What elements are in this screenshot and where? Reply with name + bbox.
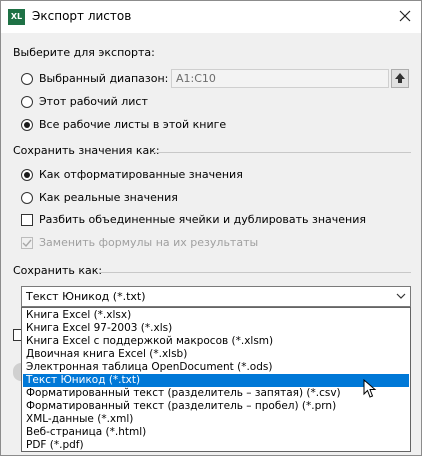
range-input[interactable]: A1:C10 xyxy=(171,69,389,88)
split-merged-checkbox[interactable] xyxy=(21,214,33,226)
arrow-up-icon xyxy=(395,73,405,83)
selected-range-radio[interactable] xyxy=(21,73,33,85)
format-option-prn[interactable]: Форматированный текст (разделитель – про… xyxy=(23,400,409,413)
format-dropdown[interactable]: Текст Юникод (*.txt) xyxy=(21,286,411,307)
dialog-title: Экспорт листов xyxy=(32,9,132,23)
format-option-xml[interactable]: XML-данные (*.xml) xyxy=(23,413,409,426)
export-section-heading: Выберите для экспорта: xyxy=(13,46,155,59)
save-as-separator xyxy=(99,272,411,273)
split-merged-label[interactable]: Разбить объединенные ячейки и дублироват… xyxy=(39,213,366,227)
selected-range-label[interactable]: Выбранный диапазон: xyxy=(39,72,168,86)
replace-formulas-checkbox xyxy=(21,237,33,249)
format-dropdown-list[interactable]: Книга Excel (*.xlsx) Книга Excel 97-2003… xyxy=(21,307,411,452)
replace-formulas-label: Заменить формулы на их результаты xyxy=(39,236,259,249)
format-option-html[interactable]: Веб-страница (*.html) xyxy=(23,426,409,439)
title-bar: XL Экспорт листов xyxy=(1,1,421,33)
format-option-xlsm[interactable]: Книга Excel с поддержкой макросов (*.xls… xyxy=(23,335,409,348)
format-option-xlsx[interactable]: Книга Excel (*.xlsx) xyxy=(23,309,409,322)
chevron-down-icon xyxy=(396,293,406,299)
checkmark-icon xyxy=(22,239,32,248)
values-section-heading: Сохранить значения как: xyxy=(13,144,160,157)
values-separator xyxy=(153,152,411,153)
real-values-label[interactable]: Как реальные значения xyxy=(39,191,178,205)
save-as-heading: Сохранить как: xyxy=(13,264,103,277)
this-sheet-radio[interactable] xyxy=(21,96,33,108)
mouse-cursor-icon xyxy=(363,379,377,398)
format-dropdown-value: Текст Юникод (*.txt) xyxy=(26,290,146,303)
export-sheets-dialog: XL Экспорт листов Выберите для экспорта:… xyxy=(0,0,422,456)
formatted-values-label[interactable]: Как отформатированные значения xyxy=(39,168,243,182)
format-option-txt[interactable]: Текст Юникод (*.txt) xyxy=(23,374,409,387)
all-sheets-label[interactable]: Все рабочие листы в этой книге xyxy=(39,118,226,132)
format-option-pdf[interactable]: PDF (*.pdf) xyxy=(23,439,409,452)
format-option-csv[interactable]: Форматированный текст (разделитель – зап… xyxy=(23,387,409,400)
close-icon[interactable] xyxy=(397,8,413,24)
all-sheets-radio[interactable] xyxy=(21,119,33,131)
format-option-ods[interactable]: Электронная таблица OpenDocument (*.ods) xyxy=(23,361,409,374)
format-option-xlsb[interactable]: Двоичная книга Excel (*.xlsb) xyxy=(23,348,409,361)
excel-app-icon: XL xyxy=(8,9,25,25)
this-sheet-label[interactable]: Этот рабочий лист xyxy=(39,95,148,109)
range-picker-button[interactable] xyxy=(391,69,409,88)
format-option-xls[interactable]: Книга Excel 97-2003 (*.xls) xyxy=(23,322,409,335)
real-values-radio[interactable] xyxy=(21,192,33,204)
formatted-values-radio[interactable] xyxy=(21,169,33,181)
